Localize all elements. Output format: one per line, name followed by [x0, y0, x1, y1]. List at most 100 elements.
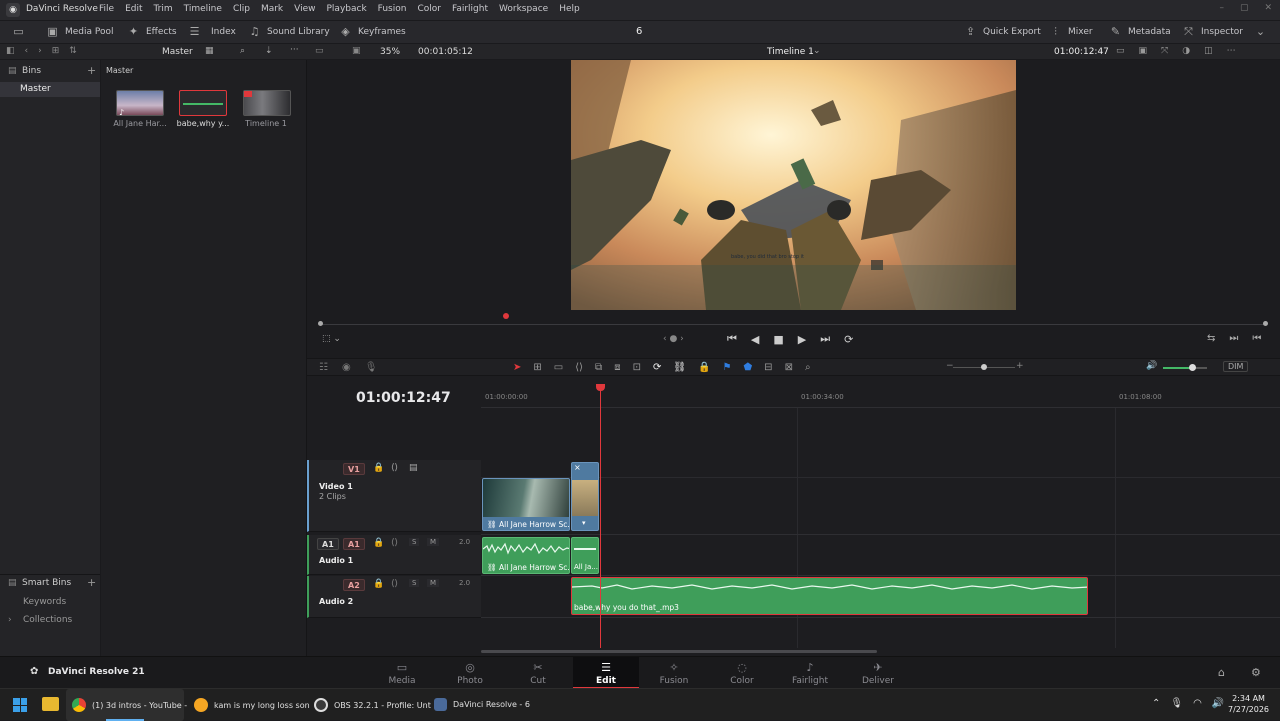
bin-item-master[interactable]: Master [0, 82, 100, 97]
color-sync-icon[interactable]: ◑ [1182, 46, 1190, 56]
minimize-icon[interactable]: – [1219, 3, 1224, 13]
zoom-out-icon[interactable]: − [946, 361, 954, 371]
clip-thumbnail-timeline[interactable] [243, 90, 291, 116]
expand-toolbar-icon[interactable]: ⌄ [1254, 26, 1267, 37]
grid-options-icon[interactable]: ⊞ [52, 46, 60, 56]
track-visibility-icon[interactable]: ▤ [409, 463, 418, 473]
menu-workspace[interactable]: Workspace [499, 4, 548, 14]
menu-clip[interactable]: Clip [233, 4, 250, 14]
play-icon[interactable]: ▶ [798, 333, 806, 346]
media-pool-button[interactable]: ▣ Media Pool [46, 26, 113, 37]
inspector-button[interactable]: ⤧ Inspector [1182, 26, 1243, 37]
scrubber-playhead[interactable] [503, 313, 509, 319]
volume-handle[interactable] [1189, 364, 1196, 371]
video-frame[interactable]: babe, you did that bro stop it [571, 60, 1016, 310]
menu-fusion[interactable]: Fusion [378, 4, 407, 14]
viewer-options-icon[interactable]: ⬚ ⌄ [322, 334, 341, 344]
auto-select-icon[interactable]: ⟨⟩ [391, 579, 398, 589]
blade-tool-icon[interactable]: ⟨⟩ [575, 362, 583, 373]
sort-icon[interactable]: ⇅ [69, 46, 77, 56]
volume-icon[interactable]: 🔊 [1146, 361, 1157, 371]
dual-viewer-icon[interactable]: ▣ [352, 46, 361, 56]
loop-icon[interactable]: ⟳ [844, 333, 853, 346]
audio-clip-selected[interactable]: babe,why you do that_.mp3 [571, 577, 1088, 615]
timeline-view-options-icon[interactable]: ☷ [319, 362, 328, 373]
flag-icon[interactable]: ⚑ [723, 362, 732, 373]
marker-icon[interactable]: ⬟ [743, 362, 752, 373]
tray-chevron-icon[interactable]: ⌃ [1152, 698, 1160, 709]
panel-layout-icon[interactable]: ◧ [6, 46, 15, 56]
stop-icon[interactable]: ■ [773, 333, 783, 346]
viewer-more-icon[interactable]: ⋯ [1227, 46, 1236, 56]
speaker-icon[interactable]: 🔊 [1212, 698, 1224, 709]
more-options-icon[interactable]: ··· [290, 45, 299, 55]
thumbnail-view-icon[interactable]: ▦ [205, 46, 214, 56]
jog-icon[interactable]: ‹ ● › [663, 334, 684, 344]
page-media[interactable]: ▭ Media [372, 661, 432, 686]
track-header-video1[interactable]: V1 🔒 ⟨⟩ ▤ Video 1 2 Clips [307, 460, 481, 532]
mic-icon[interactable]: 🎙 [1170, 698, 1183, 709]
solo-button[interactable]: S [409, 579, 420, 587]
position-lock-icon[interactable]: 🔒 [698, 362, 710, 373]
page-fairlight[interactable]: ♪ Fairlight [780, 661, 840, 686]
auto-select-icon[interactable]: ⟨⟩ [391, 538, 398, 548]
scrubber-end-handle[interactable] [1263, 321, 1268, 326]
timeline-name[interactable]: Timeline 1 [767, 47, 814, 57]
keyframes-button[interactable]: ◈ Keyframes [339, 26, 405, 37]
voiceover-mic-icon[interactable]: 🎙 [365, 362, 378, 373]
clip-dropdown-icon[interactable]: ▾ [582, 519, 586, 527]
workspace-toggle-button[interactable]: ▭ [12, 26, 25, 37]
page-deliver[interactable]: ✈ Deliver [848, 661, 908, 686]
next-edit-icon[interactable]: ⏭ [1229, 333, 1238, 344]
add-smart-bin-icon[interactable]: + [87, 576, 96, 589]
taskbar-item-resolve[interactable]: DaVinci Resolve - 6 [434, 698, 530, 711]
zoom-custom-icon[interactable]: ⌕ [805, 362, 811, 373]
collections-chevron-icon[interactable]: › [8, 615, 12, 625]
mixer-button[interactable]: ⫶ Mixer [1049, 26, 1092, 37]
track-header-audio2[interactable]: A2 🔒 ⟨⟩ S M 2.0 Audio 2 [307, 576, 481, 618]
forward-icon[interactable]: › [38, 46, 42, 56]
smart-bin-collections[interactable]: Collections [23, 615, 72, 625]
index-button[interactable]: ☰ Index [188, 26, 236, 37]
solo-button[interactable]: S [409, 538, 420, 546]
auto-select-icon[interactable]: ⟨⟩ [391, 463, 398, 473]
menu-fairlight[interactable]: Fairlight [452, 4, 488, 14]
page-color[interactable]: ◌ Color [712, 661, 772, 686]
snapping-icon[interactable]: ⟳ [653, 362, 661, 373]
maximize-icon[interactable]: ▢ [1240, 3, 1249, 13]
taskbar-item-chrome[interactable]: (1) 3d intros - YouTube - [66, 689, 187, 721]
scrubber-start-handle[interactable] [318, 321, 323, 326]
zoom-level[interactable]: 35% [380, 47, 400, 57]
metadata-button[interactable]: ✎ Metadata [1109, 26, 1171, 37]
sort-list-icon[interactable]: ⇣ [265, 46, 273, 56]
taskbar-item-obs[interactable]: OBS 32.2.1 - Profile: Unt [314, 698, 431, 712]
video-clip-small[interactable]: × ▾ [571, 462, 599, 531]
menu-playback[interactable]: Playback [327, 4, 367, 14]
skip-to-start-icon[interactable]: ⏮ [727, 332, 737, 346]
back-icon[interactable]: ‹ [25, 46, 29, 56]
clip-view-icon[interactable]: ▣ [1139, 46, 1148, 56]
settings-gear-icon[interactable]: ⚙ [1251, 666, 1261, 679]
track-lock-icon[interactable]: 🔒 [373, 579, 384, 589]
split-view-icon[interactable]: ◫ [1204, 46, 1213, 56]
timeline-zoom-handle[interactable] [981, 364, 987, 370]
track-header-audio1[interactable]: A1 A1 🔒 ⟨⟩ S M 2.0 Audio 1 [307, 535, 481, 575]
insert-clip-icon[interactable]: ⧉ [595, 362, 602, 373]
system-clock[interactable]: 2:34 AM 7/27/2026 [1228, 693, 1269, 715]
add-bin-icon[interactable]: + [87, 64, 96, 77]
start-button-icon[interactable] [13, 698, 27, 712]
close-icon[interactable]: ✕ [1264, 3, 1272, 13]
taskbar-item-discord[interactable]: kam is my long loss son [194, 698, 310, 712]
smart-bin-keywords[interactable]: Keywords [23, 597, 66, 607]
replace-clip-icon[interactable]: ⊡ [633, 362, 641, 373]
menu-mark[interactable]: Mark [261, 4, 283, 14]
match-frame-icon[interactable]: ⇆ [1207, 333, 1215, 344]
clip-thumbnail-audio[interactable] [179, 90, 227, 116]
audio-clip-small[interactable]: All Ja... [571, 537, 599, 574]
mute-button[interactable]: M [427, 579, 440, 587]
play-reverse-icon[interactable]: ◀ [751, 333, 759, 346]
viewer-overlay-icon[interactable]: ◉ [342, 362, 351, 373]
menu-view[interactable]: View [294, 4, 315, 14]
timeline-dropdown-icon[interactable]: ⌄ [813, 46, 821, 56]
trim-tool-icon[interactable]: ⊞ [533, 362, 541, 373]
